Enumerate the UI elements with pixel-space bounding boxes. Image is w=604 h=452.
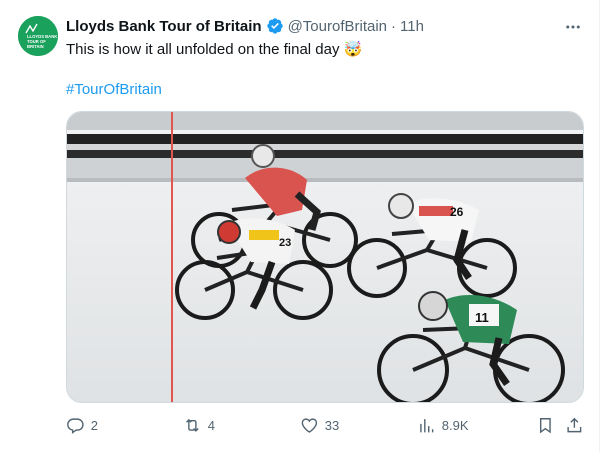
views-count: 8.9K: [441, 417, 469, 433]
bookmark-icon: [539, 417, 551, 434]
reply-count: 2: [90, 417, 98, 433]
timeline-divider: [599, 0, 600, 452]
verified-badge-icon[interactable]: [266, 17, 284, 35]
heart-icon: [301, 418, 318, 433]
timestamp[interactable]: 11h: [400, 18, 424, 35]
like-button[interactable]: 33: [300, 413, 339, 437]
rider-front-number: 23: [279, 237, 291, 249]
bookmark-button[interactable]: [536, 413, 555, 437]
views-bar-chart-icon: [420, 418, 434, 433]
photo-finish-image: 23 26 11: [67, 112, 583, 402]
like-count: 33: [324, 417, 340, 433]
share-button[interactable]: [565, 413, 584, 437]
tweet-text: This is how it all unfolded on the final…: [66, 41, 363, 58]
reply-icon: [67, 418, 84, 434]
more-dots-icon[interactable]: [562, 16, 584, 38]
tour-of-britain-logo: LLOYDS BANK TOUR OF BRITAIN: [18, 16, 58, 56]
rider-right-number: 11: [475, 310, 489, 325]
reply-button[interactable]: 2: [66, 413, 98, 437]
views-button[interactable]: 8.9K: [417, 413, 469, 437]
repost-button[interactable]: 4: [183, 413, 215, 437]
tweet-header: Lloyds Bank Tour of Britain @TourofBrita…: [66, 16, 424, 36]
avatar-text-3: BRITAIN: [27, 44, 44, 49]
action-bar: 2 4 33 8.9K: [66, 413, 584, 437]
avatar[interactable]: LLOYDS BANK TOUR OF BRITAIN: [18, 16, 58, 56]
hashtag-link[interactable]: #TourOfBritain: [66, 80, 162, 100]
display-name[interactable]: Lloyds Bank Tour of Britain: [66, 18, 262, 35]
handle[interactable]: @TourofBritain: [288, 18, 387, 35]
rider-top-number: 26: [450, 205, 464, 219]
tweet-card[interactable]: LLOYDS BANK TOUR OF BRITAIN Lloyds Bank …: [0, 0, 604, 452]
repost-icon: [186, 418, 199, 432]
repost-count: 4: [207, 417, 215, 433]
separator-dot: ·: [391, 17, 397, 35]
tweet-photo[interactable]: 23 26 11: [66, 111, 584, 403]
share-icon: [567, 417, 582, 432]
